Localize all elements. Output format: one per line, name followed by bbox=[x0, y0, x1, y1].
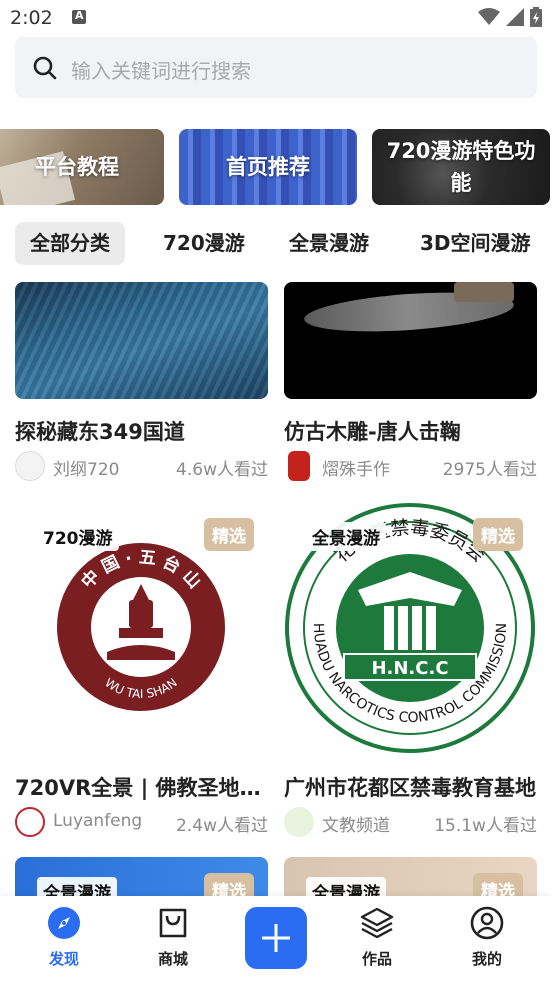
battery-icon bbox=[530, 7, 542, 27]
notification-a-icon bbox=[72, 9, 86, 24]
avatar[interactable] bbox=[15, 451, 45, 481]
banner-tutorial[interactable]: 平台教程 bbox=[0, 129, 164, 205]
nav-discover[interactable]: 发现 bbox=[34, 906, 94, 969]
banner-recommend[interactable]: 首页推荐 bbox=[179, 129, 357, 205]
signal-icon bbox=[506, 8, 524, 26]
nav-mall[interactable]: 商城 bbox=[143, 906, 203, 969]
category-tabs: 全部分类 720漫游 全景漫游 3D空间漫游 bbox=[0, 222, 552, 266]
card-meta: 文教频道 15.1w人看过 bbox=[284, 807, 537, 837]
card-thumbnail[interactable]: 全景漫游 精选 bbox=[15, 857, 268, 897]
card-thumbnail[interactable] bbox=[284, 282, 537, 399]
system-icons bbox=[478, 7, 542, 27]
card-title[interactable]: 探秘藏东349国道 bbox=[15, 416, 268, 446]
featured-badge: 精选 bbox=[473, 518, 523, 551]
category-tag: 全景漫游 bbox=[306, 522, 386, 551]
search-placeholder: 输入关键词进行搜索 bbox=[71, 59, 251, 83]
card-author[interactable]: 熠殊手作 bbox=[322, 455, 390, 480]
tab-all[interactable]: 全部分类 bbox=[15, 222, 125, 265]
card-meta: 熠殊手作 2975人看过 bbox=[284, 451, 537, 481]
card-author[interactable]: 文教频道 bbox=[322, 811, 390, 836]
compass-icon bbox=[48, 907, 80, 939]
card-thumbnail[interactable]: 中 国 · 五 台 山 WU TAI SHAN 720漫游 精选 bbox=[15, 512, 268, 755]
nav-label: 我的 bbox=[471, 950, 502, 968]
card-meta: Luyanfeng 2.4w人看过 bbox=[15, 807, 268, 837]
shopping-bag-icon bbox=[159, 908, 187, 938]
category-tag: 全景漫游 bbox=[306, 877, 386, 897]
card-views: 15.1w人看过 bbox=[434, 816, 537, 836]
layers-icon bbox=[360, 907, 394, 939]
featured-badge: 精选 bbox=[204, 873, 254, 897]
category-tag: 全景漫游 bbox=[37, 877, 117, 897]
wifi-icon bbox=[478, 8, 500, 25]
search-bar[interactable]: 输入关键词进行搜索 bbox=[15, 37, 537, 98]
featured-badge: 精选 bbox=[204, 518, 254, 551]
category-tag: 720漫游 bbox=[37, 522, 119, 551]
card-author[interactable]: 刘纲720 bbox=[53, 455, 119, 480]
tab-720[interactable]: 720漫游 bbox=[163, 222, 245, 265]
card-thumbnail[interactable] bbox=[15, 282, 268, 399]
nav-works[interactable]: 作品 bbox=[347, 906, 407, 969]
banner-features[interactable]: 720漫游特色功能 bbox=[372, 129, 550, 205]
card-title[interactable]: 720VR全景 | 佛教圣地五台山 bbox=[15, 772, 268, 802]
card-title[interactable]: 广州市花都区禁毒教育基地 bbox=[284, 772, 537, 802]
search-icon bbox=[33, 56, 57, 80]
card-views: 2975人看过 bbox=[442, 460, 537, 480]
nav-profile[interactable]: 我的 bbox=[457, 906, 517, 969]
nav-label: 作品 bbox=[361, 950, 392, 968]
bottom-nav: 发现 商城 作品 我的 bbox=[0, 896, 552, 981]
create-button[interactable] bbox=[245, 907, 307, 969]
status-bar: 2:02 bbox=[0, 0, 552, 36]
featured-badge: 精选 bbox=[473, 873, 523, 897]
logo-center-text: H.N.C.C bbox=[371, 658, 448, 679]
banner-label: 平台教程 bbox=[35, 155, 119, 179]
card-author[interactable]: Luyanfeng bbox=[53, 811, 142, 831]
nav-label: 发现 bbox=[48, 950, 79, 968]
card-thumbnail[interactable]: 全景漫游 精选 bbox=[284, 857, 537, 897]
avatar[interactable] bbox=[288, 451, 310, 481]
banner-label: 首页推荐 bbox=[226, 155, 310, 179]
avatar[interactable] bbox=[15, 807, 45, 837]
tab-panorama[interactable]: 全景漫游 bbox=[289, 222, 369, 265]
card-meta: 刘纲720 4.6w人看过 bbox=[15, 451, 268, 481]
user-icon bbox=[470, 906, 504, 940]
card-thumbnail[interactable]: 花都区禁毒委员会 HUADU NARCOTICS CONTROL COMMISS… bbox=[284, 502, 537, 755]
banner-label: 720漫游特色功能 bbox=[386, 139, 536, 195]
avatar[interactable] bbox=[284, 807, 314, 837]
card-title[interactable]: 仿古木雕-唐人击鞠 bbox=[284, 416, 537, 446]
nav-label: 商城 bbox=[157, 950, 188, 968]
card-views: 4.6w人看过 bbox=[176, 460, 268, 480]
card-views: 2.4w人看过 bbox=[176, 816, 268, 836]
status-time: 2:02 bbox=[10, 7, 53, 29]
tab-3d[interactable]: 3D空间漫游 bbox=[420, 222, 531, 265]
